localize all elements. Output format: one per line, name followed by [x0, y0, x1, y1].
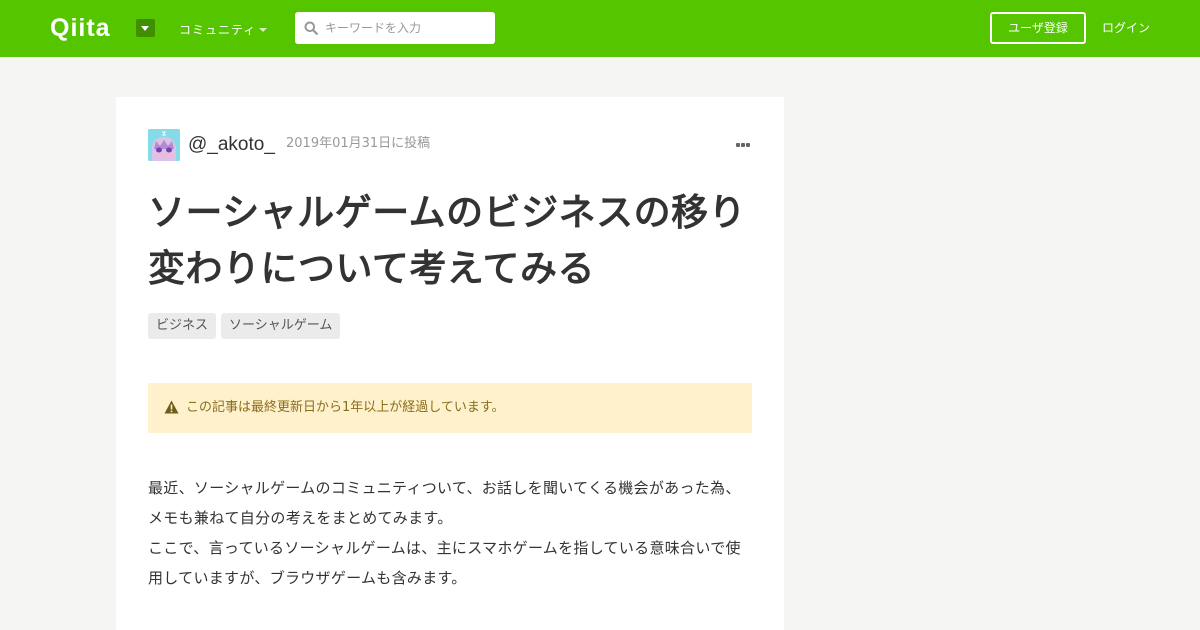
tag-business[interactable]: ビジネス	[148, 313, 217, 339]
login-link[interactable]: ログイン	[1102, 19, 1150, 37]
notice-text: この記事は最終更新日から1年以上が経過しています。	[186, 400, 505, 415]
search-input[interactable]	[325, 12, 490, 44]
community-caret-icon	[259, 28, 267, 32]
paragraph: ここで、言っているソーシャルゲームは、主にスマホゲームを指している意味合いで使用…	[148, 539, 741, 587]
community-menu[interactable]: コミュニティ	[179, 21, 256, 39]
more-icon[interactable]	[732, 135, 756, 153]
qiita-logo[interactable]: Qiita	[50, 14, 111, 42]
tag-social-game[interactable]: ソーシャルゲーム	[221, 313, 341, 339]
author-name[interactable]: @_akoto_	[188, 133, 275, 157]
search-icon	[304, 21, 318, 35]
outdated-notice: この記事は最終更新日から1年以上が経過しています。	[148, 383, 752, 433]
chevron-down-icon[interactable]	[136, 19, 155, 37]
warning-icon	[164, 400, 179, 414]
top-navbar: Qiita コミュニティ ユーザ登録 ログイン	[0, 0, 1200, 57]
article-title: ソーシャルゲームのビジネスの移り変わりについて考えてみる	[148, 191, 747, 290]
avatar[interactable]	[148, 129, 180, 161]
post-date: 2019年01月31日に投稿	[286, 136, 431, 151]
article-card: @_akoto_ 2019年01月31日に投稿 ソーシャルゲームのビジネスの移り…	[116, 97, 784, 630]
tag-list: ビジネス ソーシャルゲーム	[148, 313, 345, 339]
signup-button[interactable]: ユーザ登録	[990, 12, 1086, 44]
paragraph: 最近、ソーシャルゲームのコミュニティついて、お話しを聞いてくる機会があった為、メ…	[148, 479, 741, 527]
avatar-image	[148, 129, 180, 161]
search-box	[295, 12, 495, 44]
article-body: 最近、ソーシャルゲームのコミュニティついて、お話しを聞いてくる機会があった為、メ…	[148, 473, 753, 593]
